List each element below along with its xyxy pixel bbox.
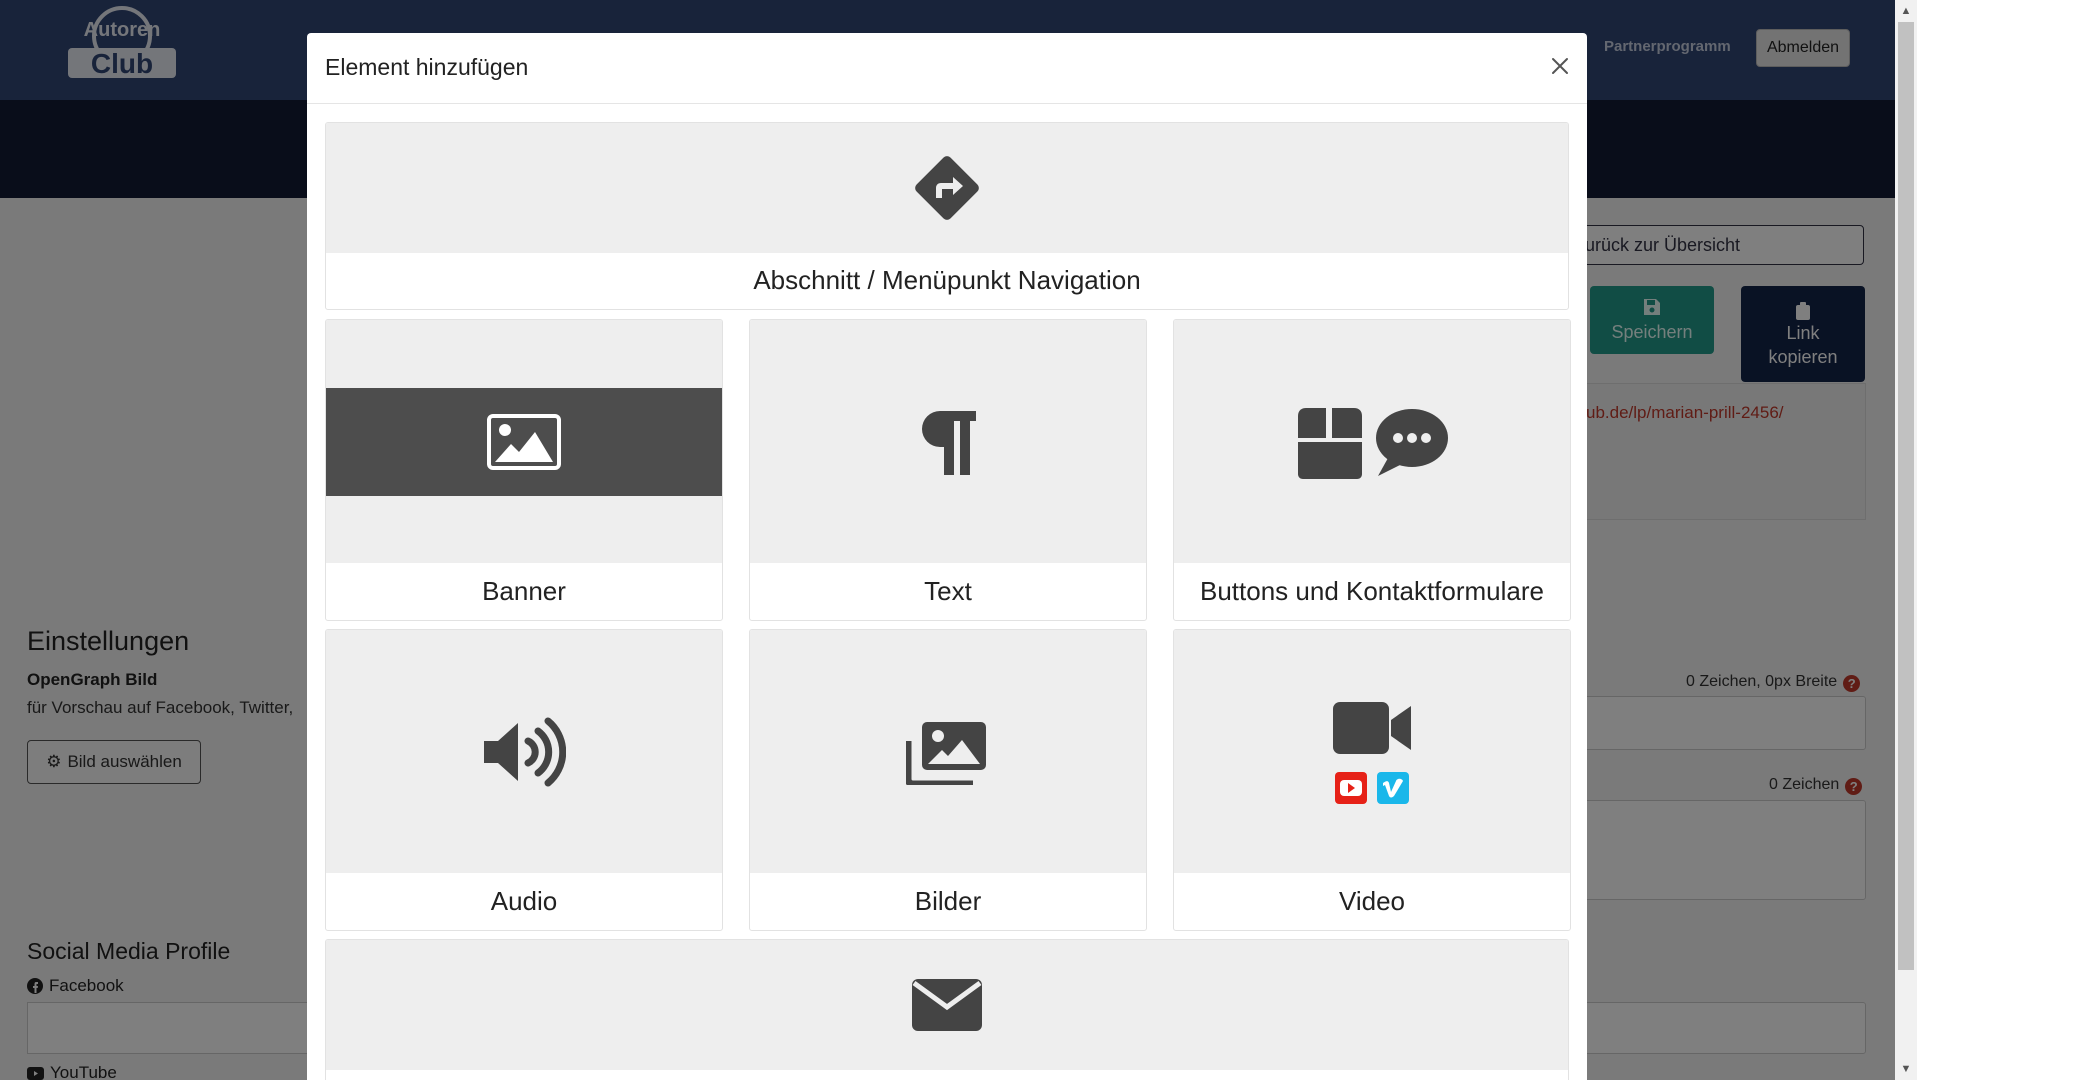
envelope-icon	[912, 979, 982, 1031]
element-card-text[interactable]: Text	[749, 319, 1147, 621]
page-scrollbar[interactable]: ▲ ▼	[1895, 0, 1917, 1080]
modal-header: Element hinzufügen	[307, 33, 1587, 104]
element-card-video[interactable]: Video	[1173, 629, 1571, 931]
image-icon	[487, 414, 561, 470]
element-card-email[interactable]	[325, 939, 1569, 1080]
card-label: Text	[924, 576, 972, 606]
video-platform-icons	[1335, 771, 1409, 804]
scroll-thumb[interactable]	[1898, 22, 1914, 970]
card-image	[326, 123, 1568, 253]
card-image	[1174, 630, 1570, 873]
close-icon[interactable]	[1545, 51, 1575, 81]
youtube-icon	[1335, 771, 1367, 804]
box-and-chat-icon	[1298, 407, 1448, 479]
vimeo-icon	[1377, 771, 1409, 804]
modal-title: Element hinzufügen	[325, 54, 529, 80]
card-image	[326, 940, 1568, 1070]
card-image	[326, 630, 722, 873]
element-card-navigation[interactable]: Abschnitt / Menüpunkt Navigation	[325, 122, 1569, 310]
images-icon	[906, 721, 986, 785]
add-element-modal: Element hinzufügen Abschnitt / Menüpunkt…	[307, 33, 1587, 1080]
card-image	[750, 320, 1146, 563]
scroll-down-arrow-icon[interactable]: ▼	[1895, 1058, 1917, 1080]
card-label: Banner	[482, 576, 566, 606]
card-label: Video	[1338, 886, 1406, 916]
element-card-buttons[interactable]: Buttons und Kontaktformulare	[1173, 319, 1571, 621]
volume-icon	[484, 717, 566, 786]
video-camera-icon	[1333, 701, 1411, 754]
card-image	[1174, 320, 1570, 563]
scroll-up-arrow-icon[interactable]: ▲	[1895, 0, 1917, 22]
element-card-banner[interactable]: Banner	[325, 319, 723, 621]
card-image	[750, 630, 1146, 873]
card-label: Buttons und Kontaktformulare	[1200, 576, 1544, 606]
paragraph-icon	[922, 410, 976, 475]
card-label: Abschnitt / Menüpunkt Navigation	[753, 265, 1141, 295]
direction-sign-icon	[915, 156, 979, 220]
card-label: Audio	[490, 886, 558, 916]
element-card-audio[interactable]: Audio	[325, 629, 723, 931]
banner-strip	[326, 388, 722, 496]
element-card-images[interactable]: Bilder	[749, 629, 1147, 931]
card-label: Bilder	[914, 886, 982, 916]
